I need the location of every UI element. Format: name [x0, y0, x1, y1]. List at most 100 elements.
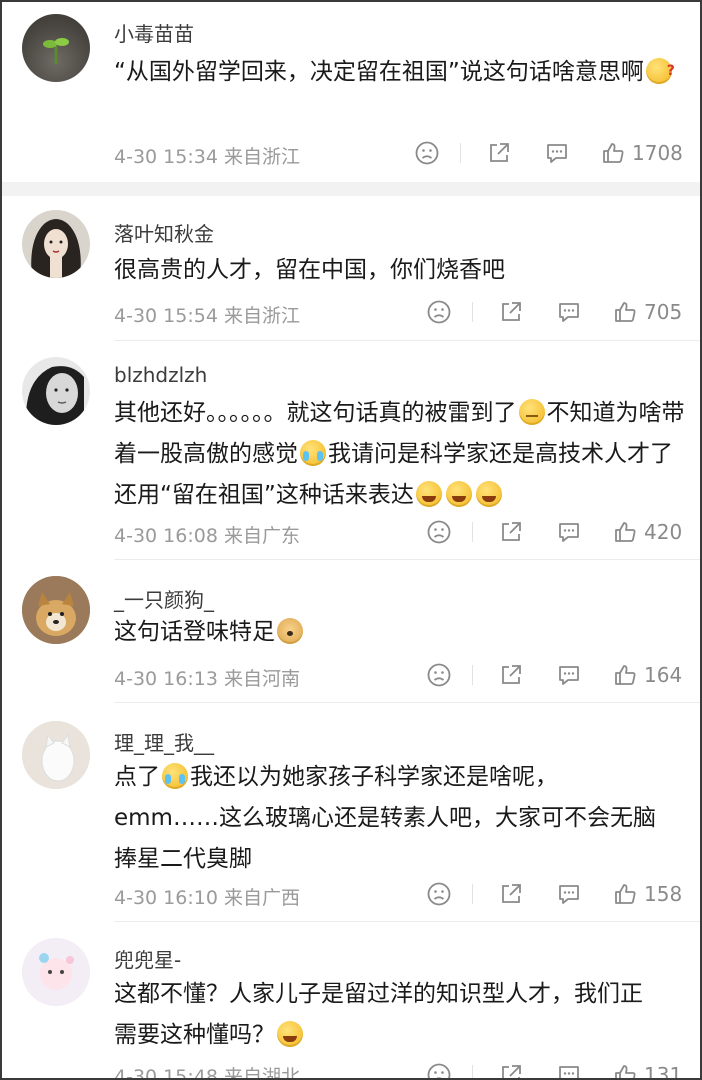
- separator: [472, 522, 473, 542]
- crying-emoji: [300, 440, 326, 466]
- comment-line: 点了 我还以为她家孩子科学家还是啥呢，: [114, 757, 689, 798]
- like-count: 705: [644, 300, 683, 324]
- comment-location: 来自湖北: [223, 1066, 300, 1080]
- comment-line: 需要这种懂吗？: [114, 1015, 689, 1056]
- comment-author[interactable]: 落叶知秋金: [114, 218, 214, 247]
- share-icon[interactable]: [498, 1062, 524, 1080]
- comment-date: 4-30 16:13: [114, 668, 218, 690]
- crying-emoji: [162, 763, 188, 789]
- comment-text-part: 点了: [114, 764, 160, 790]
- like-thumb-icon[interactable]: [612, 1062, 638, 1080]
- bw-face-avatar: [25, 366, 84, 425]
- comment-date: 4-30 16:10: [114, 887, 218, 909]
- separator: [472, 1065, 473, 1078]
- sprout-photo-avatar: [43, 38, 69, 64]
- comment-location: 来自河南: [223, 668, 300, 690]
- avatar[interactable]: [22, 938, 90, 1006]
- reply-icon[interactable]: [556, 662, 582, 688]
- like-count: 1708: [632, 141, 683, 165]
- comment-meta: 4-30 16:10 来自广西: [114, 883, 300, 910]
- section-gap: [2, 182, 700, 196]
- like-thumb-icon[interactable]: [612, 519, 638, 545]
- reply-icon[interactable]: [544, 140, 570, 166]
- comment-text-part: “从国外留学回来，决定留在祖国”说这句话啥意思啊: [114, 59, 644, 85]
- comment-line: 捧星二代臭脚: [114, 846, 252, 872]
- white-cat-avatar: [22, 721, 90, 789]
- like-count: 131: [644, 1063, 683, 1080]
- comment-actions: 164: [418, 662, 688, 692]
- comment-meta: 4-30 15:48 来自湖北: [114, 1062, 300, 1080]
- comment-text: “从国外留学回来，决定留在祖国”说这句话啥意思啊: [114, 51, 689, 93]
- comment-text: 点了 我还以为她家孩子科学家还是啥呢， emm……这么玻璃心还是转素人吧，大家可不…: [114, 757, 689, 880]
- share-icon[interactable]: [498, 881, 524, 907]
- avatar[interactable]: [22, 721, 90, 789]
- divider: [114, 702, 700, 703]
- laugh-cry-emoji: [277, 1021, 303, 1047]
- avatar[interactable]: [22, 14, 90, 82]
- comment-date: 4-30 16:08: [114, 525, 218, 547]
- divider: [114, 921, 700, 922]
- comment-line: emm……这么玻璃心还是转素人吧，大家可不会无脑: [114, 805, 656, 831]
- dislike-face-icon[interactable]: [426, 662, 452, 688]
- comment-date: 4-30 15:34: [114, 146, 218, 168]
- comment-author[interactable]: 理_理_我__: [114, 727, 214, 756]
- dislike-face-icon[interactable]: [414, 140, 440, 166]
- comment-text-part: 很高贵的人才，留在中国，你们烧香吧: [114, 257, 505, 283]
- woman-portrait-avatar: [31, 219, 81, 278]
- reply-icon[interactable]: [556, 299, 582, 325]
- laugh-cry-emoji: [445, 481, 472, 507]
- comment-author[interactable]: _一只颜狗_: [114, 584, 214, 613]
- comment-date: 4-30 15:48: [114, 1066, 218, 1080]
- reply-icon[interactable]: [556, 519, 582, 545]
- laugh-cry-emoji: [415, 481, 442, 507]
- comment-text-part: 其他还好。。。。。。就这句话真的被雷到了: [114, 400, 517, 426]
- dislike-face-icon[interactable]: [426, 881, 452, 907]
- comment-actions: 420: [418, 519, 688, 549]
- reply-icon[interactable]: [556, 1062, 582, 1080]
- dislike-face-icon[interactable]: [426, 299, 452, 325]
- share-icon[interactable]: [498, 299, 524, 325]
- comment-meta: 4-30 15:54 来自浙江: [114, 301, 300, 328]
- separator: [472, 302, 473, 322]
- comment-meta: 4-30 15:34 来自浙江: [114, 142, 300, 169]
- eye-roll-emoji: [518, 399, 545, 425]
- comment-text-part: 我还以为她家孩子科学家还是啥呢，: [190, 764, 558, 790]
- divider: [114, 340, 700, 341]
- like-count: 420: [644, 520, 683, 544]
- comment-text-part: 这句话登味特足: [114, 619, 275, 645]
- comment-author[interactable]: blzhdzlzh: [114, 363, 207, 387]
- like-count: 164: [644, 663, 683, 687]
- separator: [460, 143, 461, 163]
- comment-text: 其他还好。。。。。。就这句话真的被雷到了 不知道为啥带着一股高傲的感觉 我请问是科学…: [114, 393, 689, 516]
- reply-icon[interactable]: [556, 881, 582, 907]
- like-thumb-icon[interactable]: [612, 299, 638, 325]
- comment-actions: 705: [418, 299, 688, 329]
- share-icon[interactable]: [498, 519, 524, 545]
- like-thumb-icon[interactable]: [612, 881, 638, 907]
- share-icon[interactable]: [486, 140, 512, 166]
- comment-author[interactable]: 小毒苗苗: [114, 18, 194, 47]
- comment-location: 来自广西: [223, 887, 300, 909]
- comment-text: 这都不懂？人家儿子是留过洋的知识型人才，我们正 需要这种懂吗？: [114, 974, 689, 1056]
- dislike-face-icon[interactable]: [426, 1062, 452, 1080]
- comment-meta: 4-30 16:08 来自广东: [114, 521, 300, 548]
- like-thumb-icon[interactable]: [612, 662, 638, 688]
- share-icon[interactable]: [498, 662, 524, 688]
- comment-location: 来自浙江: [223, 146, 300, 168]
- thinking-question-emoji: [645, 51, 675, 92]
- comment-text: 很高贵的人才，留在中国，你们烧香吧: [114, 250, 689, 291]
- comment-line: 这都不懂？人家儿子是留过洋的知识型人才，我们正: [114, 981, 643, 1007]
- avatar[interactable]: [22, 357, 90, 425]
- comment-location: 来自浙江: [223, 305, 300, 327]
- comment-location: 来自广东: [223, 525, 300, 547]
- dog-photo-avatar: [22, 576, 90, 644]
- divider: [114, 559, 700, 560]
- avatar[interactable]: [22, 576, 90, 644]
- comment-author[interactable]: 兜兜星-: [114, 944, 181, 973]
- like-thumb-icon[interactable]: [600, 140, 626, 166]
- avatar[interactable]: [22, 210, 90, 278]
- comment-list: 小毒苗苗 “从国外留学回来，决定留在祖国”说这句话啥意思啊 4-30 15:34…: [0, 0, 702, 1080]
- doge-emoji: [277, 618, 303, 644]
- cartoon-avatar: [22, 938, 90, 1006]
- dislike-face-icon[interactable]: [426, 519, 452, 545]
